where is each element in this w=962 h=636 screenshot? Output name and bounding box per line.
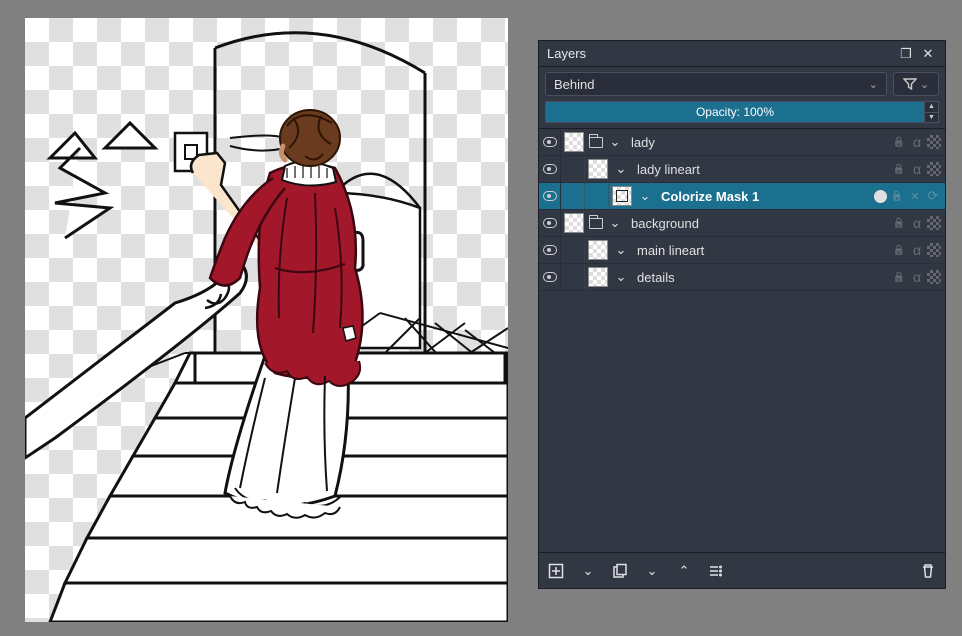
funnel-icon bbox=[903, 77, 917, 91]
layer-thumbnail bbox=[564, 132, 584, 152]
tree-indent bbox=[561, 183, 585, 209]
lock-icon[interactable] bbox=[891, 242, 907, 258]
visibility-toggle[interactable] bbox=[539, 183, 561, 209]
opacity-slider[interactable]: Opacity: 100% bbox=[545, 101, 925, 123]
layer-name-label[interactable]: main lineart bbox=[631, 243, 891, 258]
canvas-viewport[interactable] bbox=[25, 18, 508, 622]
dots-icon[interactable] bbox=[927, 162, 941, 176]
canvas-artwork bbox=[25, 18, 508, 622]
refresh-icon[interactable] bbox=[925, 188, 941, 204]
layer-name-label[interactable]: lady lineart bbox=[631, 162, 891, 177]
x-icon[interactable] bbox=[907, 188, 923, 204]
opacity-label: Opacity: 100% bbox=[696, 105, 774, 119]
expand-toggle[interactable]: ⌄ bbox=[607, 215, 623, 231]
layer-properties-button[interactable] bbox=[707, 562, 725, 580]
dots-icon[interactable] bbox=[927, 243, 941, 257]
alpha-icon[interactable] bbox=[909, 215, 925, 231]
expand-toggle[interactable]: ⌄ bbox=[613, 269, 629, 285]
layer-flags bbox=[874, 188, 945, 204]
layer-thumbnail bbox=[612, 186, 632, 206]
opacity-spinner[interactable]: ▲ ▼ bbox=[925, 101, 939, 123]
layer-row[interactable]: ⌄details bbox=[539, 264, 945, 291]
layer-list[interactable]: ⌄lady⌄lady lineart⌄Colorize Mask 1⌄backg… bbox=[539, 128, 945, 552]
folder-icon bbox=[589, 218, 603, 229]
layer-row[interactable]: ⌄main lineart bbox=[539, 237, 945, 264]
layer-row[interactable]: ⌄Colorize Mask 1 bbox=[539, 183, 945, 210]
dots-icon[interactable] bbox=[927, 216, 941, 230]
move-layer-down-button[interactable]: ⌄ bbox=[643, 562, 661, 580]
docker-title: Layers bbox=[547, 46, 893, 61]
circle-icon[interactable] bbox=[874, 190, 887, 203]
docker-footer: ⌄ ⌄ ⌃ bbox=[539, 552, 945, 588]
layer-row[interactable]: ⌄lady lineart bbox=[539, 156, 945, 183]
layer-name-label[interactable]: background bbox=[625, 216, 891, 231]
layer-thumbnail bbox=[588, 159, 608, 179]
layer-thumbnail bbox=[588, 267, 608, 287]
layer-name-label[interactable]: lady bbox=[625, 135, 891, 150]
eye-icon bbox=[543, 272, 557, 282]
alpha-icon[interactable] bbox=[909, 242, 925, 258]
expand-toggle[interactable]: ⌄ bbox=[607, 134, 623, 150]
tree-indent bbox=[561, 237, 585, 263]
alpha-icon[interactable] bbox=[909, 269, 925, 285]
chevron-down-icon: ⌄ bbox=[920, 78, 929, 91]
add-layer-button[interactable] bbox=[547, 562, 565, 580]
spinner-down-icon[interactable]: ▼ bbox=[925, 113, 938, 123]
visibility-toggle[interactable] bbox=[539, 129, 561, 155]
layer-filter-button[interactable]: ⌄ bbox=[893, 72, 939, 96]
opacity-row: Opacity: 100% ▲ ▼ bbox=[539, 101, 945, 128]
layer-flags bbox=[891, 215, 945, 231]
eye-icon bbox=[543, 137, 557, 147]
lock-icon[interactable] bbox=[891, 161, 907, 177]
expand-toggle[interactable]: ⌄ bbox=[613, 161, 629, 177]
layer-thumbnail bbox=[588, 240, 608, 260]
layer-row[interactable]: ⌄background bbox=[539, 210, 945, 237]
visibility-toggle[interactable] bbox=[539, 264, 561, 290]
layer-flags bbox=[891, 134, 945, 150]
lock-icon[interactable] bbox=[889, 188, 905, 204]
float-docker-icon[interactable]: ❐ bbox=[897, 45, 915, 63]
eye-icon bbox=[543, 245, 557, 255]
eye-icon bbox=[543, 191, 557, 201]
layer-name-label[interactable]: details bbox=[631, 270, 891, 285]
tree-indent bbox=[561, 156, 585, 182]
lock-icon[interactable] bbox=[891, 269, 907, 285]
layer-flags bbox=[891, 269, 945, 285]
dots-icon[interactable] bbox=[927, 270, 941, 284]
visibility-toggle[interactable] bbox=[539, 210, 561, 236]
eye-icon bbox=[543, 218, 557, 228]
alpha-icon[interactable] bbox=[909, 161, 925, 177]
tree-indent bbox=[561, 264, 585, 290]
add-layer-menu-chevron[interactable]: ⌄ bbox=[579, 562, 597, 580]
alpha-icon[interactable] bbox=[909, 134, 925, 150]
layer-flags bbox=[891, 161, 945, 177]
close-docker-icon[interactable]: ✕ bbox=[919, 45, 937, 63]
expand-toggle[interactable]: ⌄ bbox=[637, 188, 653, 204]
dots-icon[interactable] bbox=[927, 135, 941, 149]
folder-icon bbox=[589, 137, 603, 148]
expand-toggle[interactable]: ⌄ bbox=[613, 242, 629, 258]
docker-titlebar[interactable]: Layers ❐ ✕ bbox=[539, 41, 945, 67]
lock-icon[interactable] bbox=[891, 215, 907, 231]
blend-mode-dropdown[interactable]: Behind ⌄ bbox=[545, 72, 887, 96]
visibility-toggle[interactable] bbox=[539, 156, 561, 182]
move-layer-up-button[interactable]: ⌃ bbox=[675, 562, 693, 580]
layer-name-label[interactable]: Colorize Mask 1 bbox=[655, 189, 874, 204]
blend-mode-value: Behind bbox=[554, 77, 594, 92]
spinner-up-icon[interactable]: ▲ bbox=[925, 102, 938, 113]
layer-row[interactable]: ⌄lady bbox=[539, 129, 945, 156]
delete-layer-button[interactable] bbox=[919, 562, 937, 580]
duplicate-layer-button[interactable] bbox=[611, 562, 629, 580]
layer-controls-row: Behind ⌄ ⌄ bbox=[539, 67, 945, 101]
layer-thumbnail bbox=[564, 213, 584, 233]
visibility-toggle[interactable] bbox=[539, 237, 561, 263]
lock-icon[interactable] bbox=[891, 134, 907, 150]
layer-flags bbox=[891, 242, 945, 258]
tree-indent bbox=[585, 183, 609, 209]
layers-docker: Layers ❐ ✕ Behind ⌄ ⌄ Opacity: 100% ▲ ▼ … bbox=[538, 40, 946, 589]
chevron-down-icon: ⌄ bbox=[869, 78, 878, 91]
eye-icon bbox=[543, 164, 557, 174]
